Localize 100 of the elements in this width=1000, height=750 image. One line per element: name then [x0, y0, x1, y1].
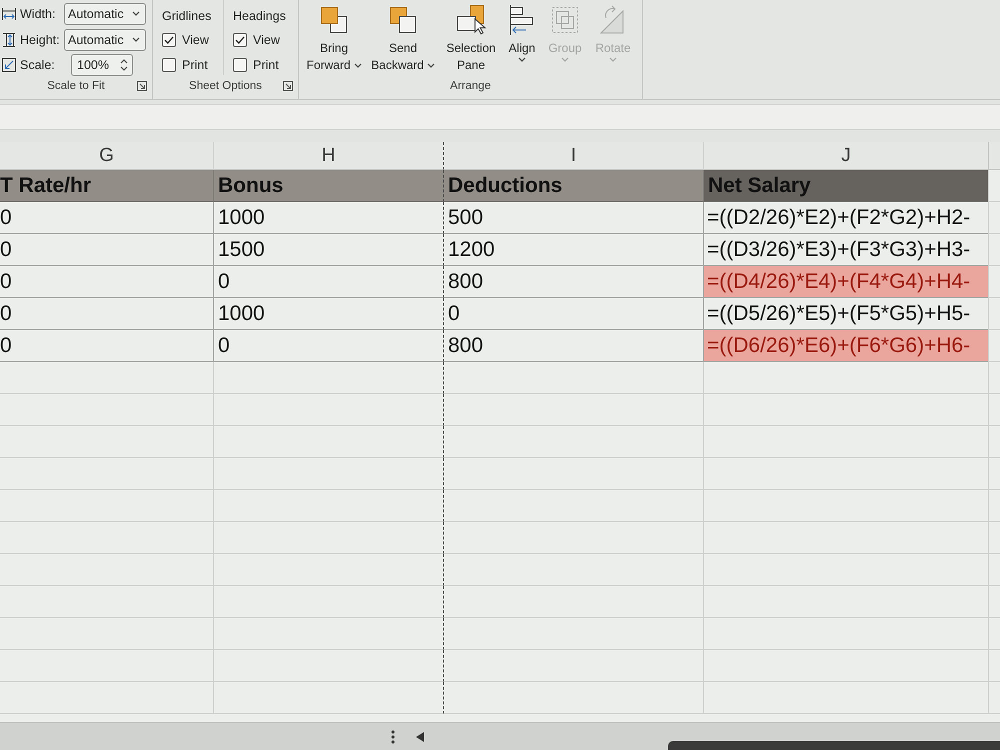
empty-cell[interactable] — [988, 394, 1000, 426]
more-icon[interactable] — [391, 730, 395, 744]
empty-cell[interactable] — [703, 458, 988, 490]
group-label: Sheet Options — [189, 80, 262, 92]
ribbon-button[interactable]: Bring Forward — [304, 4, 364, 77]
dropdown[interactable]: Automatic — [64, 28, 146, 50]
empty-cell[interactable] — [988, 490, 1000, 522]
dropdown[interactable]: Automatic — [64, 2, 146, 25]
table-cell: 0 — [0, 234, 213, 266]
checkbox[interactable] — [162, 33, 176, 47]
empty-cell[interactable] — [988, 202, 1000, 234]
empty-cell[interactable] — [988, 522, 1000, 554]
empty-cell[interactable] — [443, 650, 703, 682]
empty-cell[interactable] — [443, 522, 703, 554]
empty-cell[interactable] — [443, 362, 703, 394]
chevron-down-icon — [132, 11, 140, 16]
empty-cell[interactable] — [988, 458, 1000, 490]
spin-box[interactable]: 100% — [71, 54, 133, 76]
empty-cell[interactable] — [213, 490, 443, 522]
empty-cell[interactable] — [213, 362, 443, 394]
dashed-squares-icon — [549, 4, 581, 36]
scroll-left-icon[interactable] — [416, 732, 424, 742]
empty-cell[interactable] — [213, 522, 443, 554]
ribbon-button[interactable]: Align — [504, 4, 540, 77]
table-cell: =((D6/26)*E6)+(F6*G6)+H6- — [703, 330, 988, 362]
table-cell: 800 — [443, 330, 703, 362]
checkbox[interactable] — [162, 58, 176, 72]
empty-cell[interactable] — [988, 234, 1000, 266]
empty-cell[interactable] — [213, 618, 443, 650]
empty-cell[interactable] — [988, 618, 1000, 650]
chevron-down-icon — [354, 63, 362, 68]
empty-cell[interactable] — [703, 362, 988, 394]
table-cell: 1000 — [213, 202, 443, 234]
column-header[interactable]: H — [213, 142, 443, 170]
empty-cell[interactable] — [703, 554, 988, 586]
empty-cell[interactable] — [213, 394, 443, 426]
horizontal-arrows-icon — [1, 6, 17, 22]
empty-cell[interactable] — [443, 458, 703, 490]
scrollbar-thumb[interactable] — [668, 741, 1000, 750]
overlapping-squares-icon — [318, 4, 350, 36]
empty-cell[interactable] — [213, 650, 443, 682]
empty-cell[interactable] — [443, 586, 703, 618]
empty-cell[interactable] — [703, 394, 988, 426]
empty-cell[interactable] — [703, 426, 988, 458]
table-cell: =((D2/26)*E2)+(F2*G2)+H2- — [703, 202, 988, 234]
table-cell: 0 — [213, 266, 443, 298]
field-label: Width: — [20, 6, 56, 21]
table-header-cell: Net Salary — [703, 170, 988, 202]
dialog-launcher-icon[interactable] — [137, 81, 147, 91]
empty-cell[interactable] — [443, 682, 703, 714]
table-cell: 1500 — [213, 234, 443, 266]
empty-cell[interactable] — [988, 362, 1000, 394]
empty-cell[interactable] — [703, 650, 988, 682]
empty-cell[interactable] — [443, 426, 703, 458]
empty-cell[interactable] — [703, 522, 988, 554]
table-cell: 0 — [0, 202, 213, 234]
column-header[interactable]: J — [703, 142, 988, 170]
empty-cell[interactable] — [988, 426, 1000, 458]
checkbox-label[interactable]: Print — [253, 58, 279, 72]
squares-cursor-icon — [455, 4, 487, 36]
empty-cell[interactable] — [213, 554, 443, 586]
checkbox-label[interactable]: View — [253, 33, 280, 47]
spinner-arrows-icon[interactable] — [120, 58, 128, 72]
empty-cell[interactable] — [988, 298, 1000, 330]
empty-cell[interactable] — [703, 586, 988, 618]
ribbon-button[interactable]: Selection Pane — [442, 4, 500, 77]
empty-cell[interactable] — [703, 490, 988, 522]
empty-cell[interactable] — [703, 682, 988, 714]
empty-cell[interactable] — [213, 586, 443, 618]
dialog-launcher-icon[interactable] — [283, 81, 293, 91]
formula-bar[interactable] — [0, 104, 1000, 130]
table-cell: 0 — [0, 330, 213, 362]
empty-cell[interactable] — [988, 650, 1000, 682]
empty-cell[interactable] — [443, 618, 703, 650]
table-cell: 1000 — [213, 298, 443, 330]
empty-cell[interactable] — [213, 458, 443, 490]
table-header-cell: Bonus — [213, 170, 443, 202]
empty-cell[interactable] — [988, 682, 1000, 714]
empty-cell[interactable] — [443, 554, 703, 586]
empty-cell[interactable] — [988, 266, 1000, 298]
empty-cell[interactable] — [213, 682, 443, 714]
group-label: Arrange — [450, 80, 491, 92]
column-header[interactable] — [988, 142, 1000, 170]
checkbox-label[interactable]: Print — [182, 58, 208, 72]
ribbon-button[interactable]: Send Backward — [368, 4, 438, 77]
table-cell: 0 — [0, 266, 213, 298]
column-header[interactable]: G — [0, 142, 213, 170]
checkbox-label[interactable]: View — [182, 33, 209, 47]
empty-cell[interactable] — [213, 426, 443, 458]
checkbox[interactable] — [233, 58, 247, 72]
empty-cell[interactable] — [703, 618, 988, 650]
table-cell: 0 — [0, 298, 213, 330]
column-header[interactable]: I — [443, 142, 703, 170]
empty-cell[interactable] — [988, 586, 1000, 618]
checkbox[interactable] — [233, 33, 247, 47]
empty-cell[interactable] — [443, 394, 703, 426]
chevron-down-icon — [609, 57, 617, 62]
empty-cell[interactable] — [988, 330, 1000, 362]
empty-cell[interactable] — [443, 490, 703, 522]
empty-cell[interactable] — [988, 554, 1000, 586]
